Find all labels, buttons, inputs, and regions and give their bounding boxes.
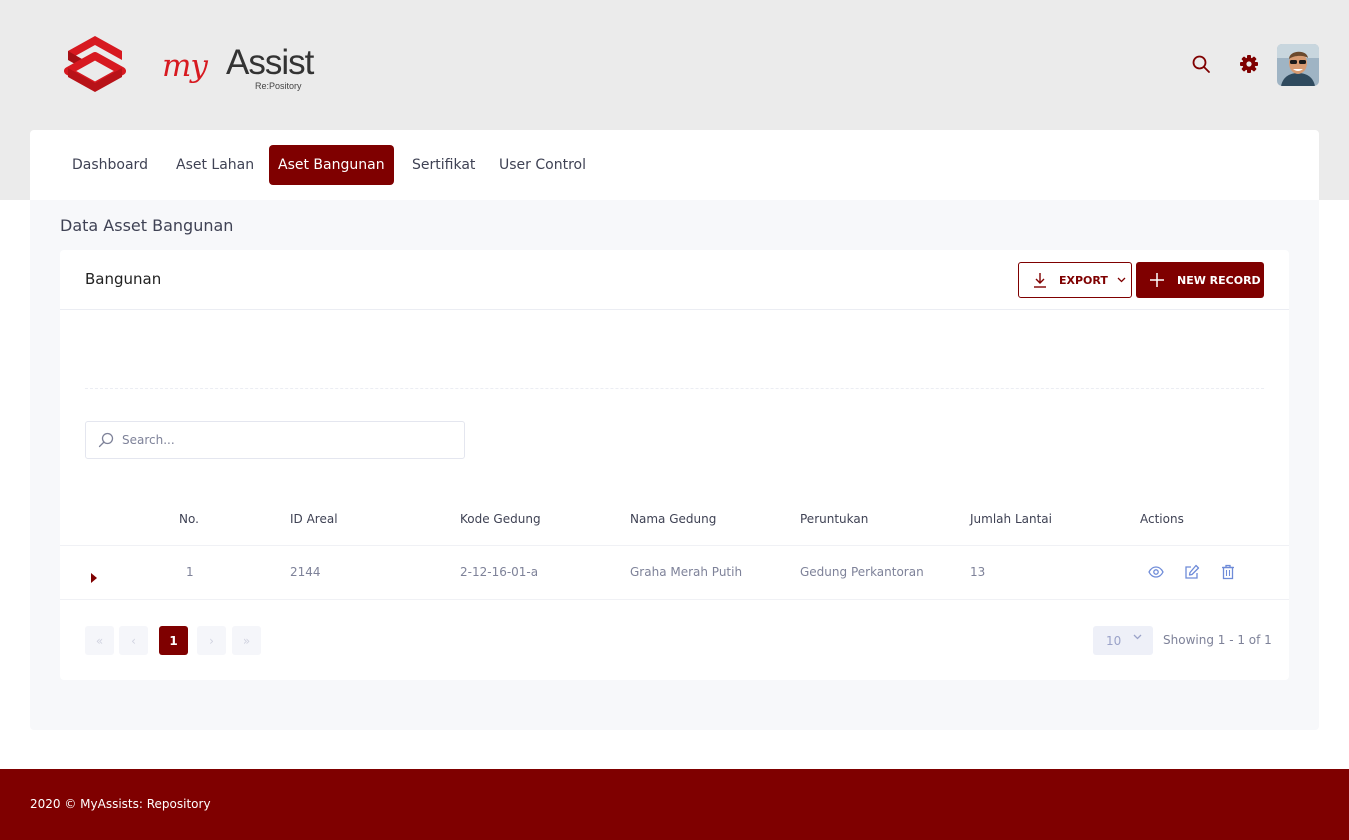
nav-item-sertifikat[interactable]: Sertifikat bbox=[403, 145, 484, 185]
per-page-select[interactable]: 10 bbox=[1093, 626, 1153, 655]
search-icon[interactable] bbox=[1189, 52, 1213, 76]
chevron-down-icon bbox=[1133, 634, 1142, 640]
nav-item-user-control[interactable]: User Control bbox=[490, 145, 595, 185]
pagination-summary: Showing 1 - 1 of 1 bbox=[1163, 633, 1272, 647]
nav-item-aset-lahan[interactable]: Aset Lahan bbox=[167, 145, 263, 185]
search-icon bbox=[98, 432, 114, 448]
gear-icon[interactable] bbox=[1237, 52, 1261, 76]
next-page-button[interactable]: › bbox=[197, 626, 226, 655]
download-icon bbox=[1034, 273, 1046, 288]
column-header-actions: Actions bbox=[1140, 512, 1184, 526]
user-avatar[interactable] bbox=[1277, 44, 1319, 86]
new-record-button[interactable]: NEW RECORD bbox=[1136, 262, 1264, 298]
page-title: Data Asset Bangunan bbox=[60, 216, 234, 235]
footer-copyright: 2020 © MyAssists: Repository bbox=[30, 797, 211, 811]
search-field[interactable] bbox=[85, 421, 465, 459]
search-input[interactable] bbox=[122, 433, 442, 447]
column-header-nama-gedung[interactable]: Nama Gedung bbox=[630, 512, 716, 526]
brand-name-assist: Assist bbox=[226, 43, 314, 82]
new-record-label: NEW RECORD bbox=[1177, 273, 1261, 287]
divider bbox=[85, 388, 1264, 389]
delete-icon[interactable] bbox=[1220, 564, 1236, 580]
first-page-button[interactable]: « bbox=[85, 626, 114, 655]
nav-item-dashboard[interactable]: Dashboard bbox=[63, 145, 157, 185]
table-cell-peruntukan: Gedung Perkantoran bbox=[800, 565, 924, 579]
chevron-down-icon bbox=[1117, 277, 1126, 283]
column-header-no[interactable]: No. bbox=[179, 512, 199, 526]
column-header-id-areal[interactable]: ID Areal bbox=[290, 512, 338, 526]
table-divider bbox=[60, 599, 1289, 600]
page-button-1[interactable]: 1 bbox=[159, 626, 188, 655]
table-cell-nama-gedung: Graha Merah Putih bbox=[630, 565, 743, 579]
brand-name-my: my bbox=[162, 48, 208, 84]
brand-wordmark[interactable]: my Assist Re:Pository bbox=[160, 40, 314, 96]
export-button[interactable]: EXPORT bbox=[1018, 262, 1132, 298]
card-title: Bangunan bbox=[85, 270, 162, 288]
footer: 2020 © MyAssists: Repository bbox=[0, 769, 1349, 840]
export-label: EXPORT bbox=[1059, 273, 1108, 287]
nav-item-aset-bangunan[interactable]: Aset Bangunan bbox=[269, 145, 394, 185]
table-cell-kode-gedung: 2-12-16-01-a bbox=[460, 565, 539, 579]
table-cell-id-areal: 2144 bbox=[290, 565, 321, 579]
prev-page-button[interactable]: ‹ bbox=[119, 626, 148, 655]
myassist-logo-icon[interactable] bbox=[64, 34, 126, 94]
brand-subtitle: Re:Pository bbox=[255, 81, 302, 91]
card-header: Bangunan EXPORT NEW RECORD bbox=[60, 250, 1289, 310]
last-page-button[interactable]: » bbox=[232, 626, 261, 655]
column-header-kode-gedung[interactable]: Kode Gedung bbox=[460, 512, 541, 526]
table-divider bbox=[60, 545, 1289, 546]
edit-icon[interactable] bbox=[1184, 564, 1200, 580]
expand-row-icon[interactable] bbox=[90, 568, 98, 583]
main-nav: Dashboard Aset Lahan Aset Bangunan Serti… bbox=[30, 130, 1319, 200]
table-cell-jumlah-lantai: 13 bbox=[970, 565, 986, 579]
content-area: Data Asset Bangunan Bangunan EXPORT NEW … bbox=[30, 200, 1319, 730]
column-header-jumlah-lantai[interactable]: Jumlah Lantai bbox=[970, 512, 1052, 526]
column-header-peruntukan[interactable]: Peruntukan bbox=[800, 512, 868, 526]
table-cell-no: 1 bbox=[186, 565, 194, 579]
plus-icon bbox=[1150, 273, 1164, 287]
bangunan-card: Bangunan EXPORT NEW RECORD Search... No.… bbox=[60, 250, 1289, 680]
per-page-value: 10 bbox=[1106, 633, 1122, 648]
view-icon[interactable] bbox=[1148, 564, 1164, 580]
